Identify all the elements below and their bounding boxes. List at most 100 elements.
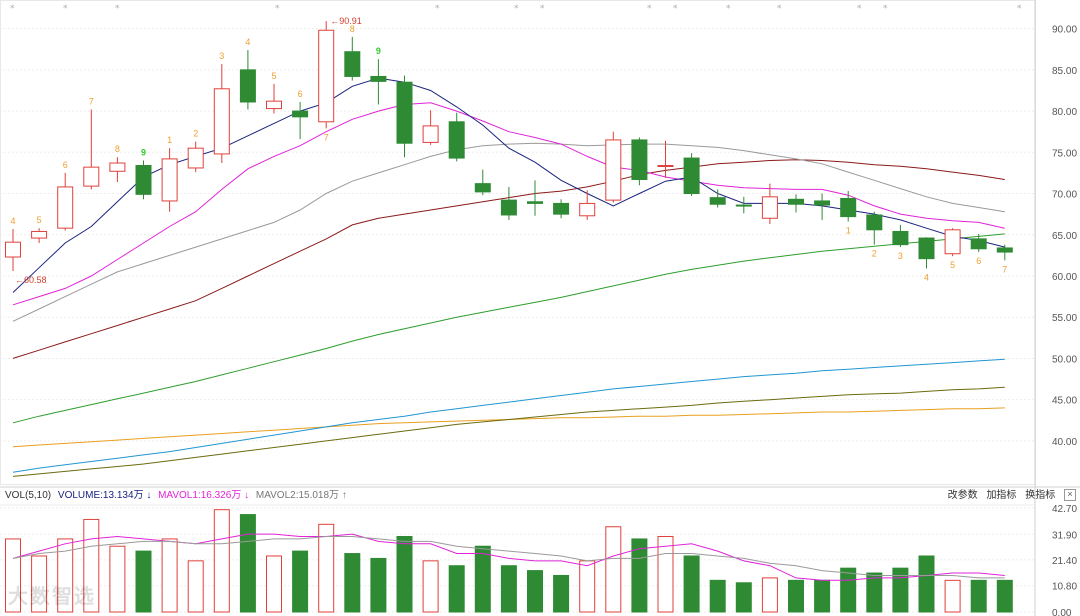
- volume-bar: [761, 577, 778, 613]
- candle-body: [370, 75, 387, 82]
- candle-body: [422, 125, 439, 143]
- price-tick-label: 45.00: [1052, 396, 1077, 407]
- candle-body: [135, 164, 152, 195]
- candle-body: [788, 198, 804, 205]
- volume-bar: [683, 555, 700, 613]
- volume-bar: [996, 579, 1013, 613]
- watermark-logo: 大数智选: [8, 586, 96, 608]
- volume-bar: [109, 545, 126, 613]
- sequence-count-label: 4: [10, 216, 15, 226]
- volume-bar: [422, 560, 439, 613]
- candle-body: [292, 110, 309, 118]
- mavol1-value: MAVOL1:16.326万: [158, 490, 242, 501]
- price-tick-label: 65.00: [1052, 231, 1077, 242]
- sequence-count-label: 8: [115, 144, 120, 154]
- down-arrow-icon: ↓: [146, 490, 152, 501]
- stock-chart: 90.0085.0080.0075.0070.0065.0060.0055.00…: [0, 0, 1080, 616]
- low-price-annotation: ←60.58: [15, 275, 47, 285]
- sequence-count-label: 2: [193, 129, 198, 139]
- volume-bar: [135, 550, 152, 613]
- volume-value: VOLUME:13.134万: [57, 490, 144, 501]
- candle-body: [553, 202, 570, 215]
- sequence-count-label: 6: [63, 160, 68, 170]
- price-tick-label: 40.00: [1052, 437, 1077, 448]
- volume-tick-label: 0.00: [1052, 608, 1072, 616]
- candle-body: [631, 139, 648, 181]
- close-icon[interactable]: ×: [1064, 489, 1076, 502]
- candle-body: [683, 157, 700, 195]
- candle-body: [970, 238, 987, 250]
- candle-body: [161, 158, 178, 202]
- sequence-count-label: 5: [271, 71, 276, 81]
- volume-bar: [553, 574, 570, 613]
- candle-body: [761, 196, 778, 219]
- volume-bar: [474, 545, 491, 613]
- sequence-count-label: 6: [298, 89, 303, 99]
- sequence-count-label: 1: [846, 226, 851, 236]
- candle-body: [239, 69, 256, 103]
- candle-body: [344, 51, 361, 77]
- volume-bar: [918, 555, 935, 613]
- candle-body: [83, 166, 100, 187]
- volume-bar: [892, 567, 909, 613]
- event-marker-icon: *: [63, 4, 68, 14]
- volume-bar: [213, 509, 230, 613]
- event-marker-icon: *: [514, 4, 519, 14]
- volume-bar: [944, 579, 961, 613]
- up-arrow-icon: ↑: [341, 490, 347, 501]
- candle-body: [474, 183, 491, 193]
- candle-body: [187, 147, 204, 169]
- volume-tick-label: 42.70: [1052, 504, 1077, 515]
- event-marker-icon: *: [857, 4, 862, 14]
- event-marker-icon: *: [10, 4, 15, 14]
- high-price-annotation: ←90.91: [330, 16, 362, 26]
- volume-bar: [735, 582, 752, 613]
- sequence-count-label: 7: [89, 96, 94, 106]
- price-tick-label: 90.00: [1052, 25, 1077, 36]
- price-tick-label: 50.00: [1052, 354, 1077, 365]
- candle-body: [57, 186, 74, 229]
- candle-body: [527, 201, 543, 204]
- sequence-count-label: 6: [976, 256, 981, 266]
- switch-indicator-button[interactable]: 换指标: [1025, 488, 1055, 504]
- vol-indicator-title: VOL(5,10): [5, 490, 52, 501]
- add-indicator-button[interactable]: 加指标: [986, 488, 1016, 504]
- event-marker-icon: *: [115, 4, 120, 14]
- volume-bar: [370, 557, 387, 613]
- sequence-count-label: 3: [898, 251, 903, 261]
- candle-body: [605, 139, 622, 201]
- volume-bar: [187, 560, 204, 613]
- event-marker-icon: *: [777, 4, 782, 14]
- price-tick-label: 85.00: [1052, 66, 1077, 77]
- volume-indicator-header: VOL(5,10) VOLUME:13.134万 ↓ MAVOL1:16.326…: [0, 488, 1080, 504]
- sequence-count-label: 5: [37, 215, 42, 225]
- volume-bar: [814, 579, 831, 613]
- candle-body: [579, 202, 596, 217]
- volume-bar: [709, 579, 726, 613]
- candle-body: [448, 121, 465, 159]
- sequence-count-label: 3: [219, 51, 224, 61]
- candle-body: [500, 199, 517, 216]
- volume-bar: [266, 555, 282, 613]
- volume-bar: [396, 535, 413, 613]
- volume-bar: [239, 514, 256, 613]
- candle-body: [657, 164, 674, 167]
- sequence-count-label: 7: [1002, 264, 1007, 274]
- event-marker-icon: *: [673, 4, 678, 14]
- candle-body: [709, 197, 726, 205]
- price-tick-label: 60.00: [1052, 272, 1077, 283]
- volume-tick-label: 21.40: [1052, 556, 1077, 567]
- volume-bar: [161, 538, 178, 613]
- price-panel-frame: [0, 0, 1036, 485]
- event-marker-icon: *: [275, 4, 280, 14]
- volume-bar: [579, 560, 596, 613]
- volume-bar: [605, 526, 622, 613]
- volume-bar: [840, 567, 857, 613]
- sequence-count-label: 9: [376, 46, 381, 56]
- event-marker-icon: *: [540, 4, 545, 14]
- price-tick-label: 75.00: [1052, 148, 1077, 159]
- edit-params-button[interactable]: 改参数: [948, 488, 978, 504]
- volume-bar: [788, 579, 804, 613]
- sequence-count-label: 7: [324, 132, 329, 142]
- candle-body: [918, 237, 935, 260]
